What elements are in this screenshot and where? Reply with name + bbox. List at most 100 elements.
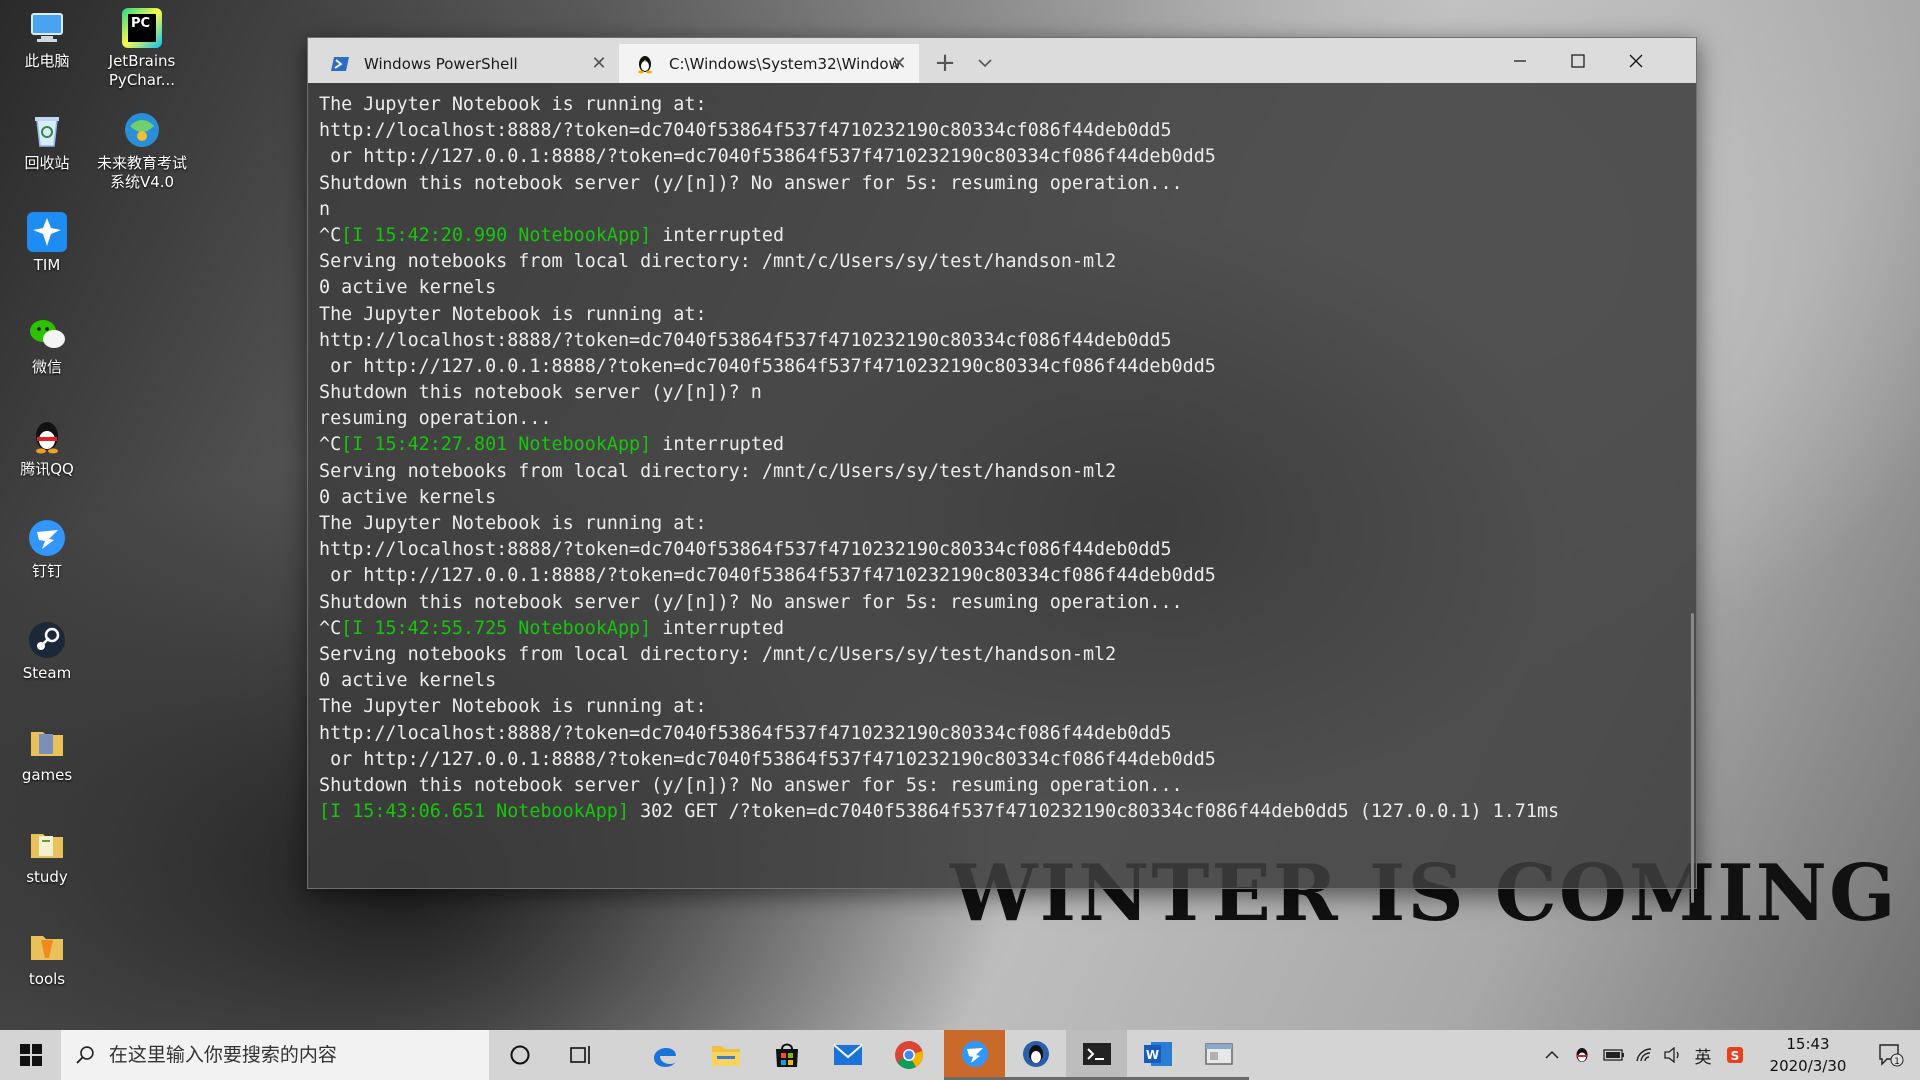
clock-date: 2020/3/30 — [1769, 1057, 1847, 1075]
qq-icon — [27, 416, 67, 456]
line-text: or http://127.0.0.1:8888/?token=dc7040f5… — [319, 565, 1216, 587]
tray-show-hidden-icons[interactable] — [1540, 1030, 1564, 1080]
minimize-button[interactable] — [1491, 38, 1549, 83]
computer-icon — [27, 8, 67, 48]
tab-label: C:\Windows\System32\Window — [669, 54, 901, 73]
tab-windows-powershell[interactable]: Windows PowerShell ✕ — [314, 44, 619, 83]
terminal-line: ^C[I 15:42:27.801 NotebookApp] interrupt… — [319, 432, 1679, 458]
taskbar-clock[interactable]: 15:43 2020/3/30 — [1748, 1033, 1868, 1077]
tab-wsl-shell[interactable]: C:\Windows\System32\Window ✕ — [619, 44, 919, 83]
close-tab-icon[interactable]: ✕ — [889, 53, 909, 74]
terminal-line: The Jupyter Notebook is running at: — [319, 302, 1679, 328]
line-text: n — [319, 198, 331, 220]
svg-text:S: S — [1731, 1049, 1740, 1063]
steam-icon — [27, 620, 67, 660]
terminal-line: resuming operation... — [319, 406, 1679, 432]
terminal-line: http://localhost:8888/?token=dc7040f5386… — [319, 537, 1679, 563]
log-tag: [I 15:42:20.990 NotebookApp] — [341, 224, 652, 246]
action-center-button[interactable]: 1 — [1866, 1030, 1916, 1080]
terminal-window[interactable]: Windows PowerShell ✕ C:\Windows\System32… — [307, 37, 1697, 903]
terminal-line: The Jupyter Notebook is running at: — [319, 92, 1679, 118]
tray-wifi[interactable] — [1632, 1030, 1658, 1080]
speaker-icon — [1664, 1047, 1679, 1063]
line-text: Shutdown this notebook server (y/[n])? N… — [319, 774, 1183, 796]
line-text: interrupted — [651, 434, 785, 456]
desktop-icon-qq[interactable]: 腾讯QQ — [0, 416, 95, 479]
taskbar-windows-terminal[interactable] — [1066, 1030, 1127, 1080]
windows-logo-icon — [19, 1044, 42, 1066]
terminal-line: ^C[I 15:42:55.725 NotebookApp] interrupt… — [319, 616, 1679, 642]
title-bar[interactable]: Windows PowerShell ✕ C:\Windows\System32… — [308, 38, 1696, 83]
terminal-icon — [1082, 1042, 1111, 1065]
terminal-line: [I 15:43:06.651 NotebookApp] 302 GET /?t… — [319, 799, 1679, 825]
terminal-line: http://localhost:8888/?token=dc7040f5386… — [319, 328, 1679, 354]
terminal-output[interactable]: The Jupyter Notebook is running at: http:… — [319, 92, 1679, 882]
tray-volume[interactable] — [1660, 1030, 1686, 1080]
taskbar-app[interactable] — [1188, 1030, 1249, 1080]
close-tab-icon[interactable]: ✕ — [589, 53, 609, 74]
exam-system-icon — [122, 110, 162, 150]
taskbar-file-explorer[interactable] — [695, 1030, 756, 1080]
line-prefix: ^C — [319, 617, 342, 639]
desktop-icon-tim[interactable]: TIM — [0, 212, 95, 275]
new-tab-button[interactable]: + — [928, 46, 962, 80]
svg-text:W: W — [1145, 1048, 1158, 1062]
taskbar-qq[interactable] — [1005, 1030, 1066, 1080]
terminal-line: or http://127.0.0.1:8888/?token=dc7040f5… — [319, 144, 1679, 170]
maximize-icon — [1571, 53, 1585, 68]
taskbar-search[interactable] — [61, 1030, 489, 1080]
mail-icon — [832, 1044, 863, 1065]
store-icon — [775, 1043, 798, 1067]
scrollbar-thumb[interactable] — [1691, 613, 1694, 903]
desktop-icon-study[interactable]: study — [0, 824, 95, 887]
line-text: The Jupyter Notebook is running at: — [319, 94, 707, 115]
desktop-icon-dingtalk[interactable]: 钉钉 — [0, 518, 95, 581]
terminal-line: Serving notebooks from local directory: … — [319, 249, 1679, 275]
folder-icon — [27, 722, 67, 762]
qq-icon — [1022, 1040, 1049, 1067]
tray-battery[interactable] — [1600, 1030, 1628, 1080]
taskbar-word[interactable]: W — [1127, 1030, 1188, 1080]
task-view-button[interactable] — [550, 1030, 611, 1080]
line-prefix: ^C — [319, 434, 342, 456]
close-window-button[interactable] — [1607, 38, 1665, 83]
taskbar-dingtalk[interactable] — [944, 1030, 1005, 1080]
recycle-bin-icon — [27, 110, 67, 150]
line-text: interrupted — [651, 617, 785, 639]
line-text: http://localhost:8888/?token=dc7040f5386… — [319, 120, 1172, 142]
taskbar-store[interactable] — [756, 1030, 817, 1080]
terminal-line: Shutdown this notebook server (y/[n])? N… — [319, 590, 1679, 616]
taskbar-mail[interactable] — [817, 1030, 878, 1080]
line-text: or http://127.0.0.1:8888/?token=dc7040f5… — [319, 355, 1216, 377]
notification-icon: 1 — [1879, 1044, 1904, 1067]
maximize-button[interactable] — [1549, 38, 1607, 83]
desktop-icon-exam-system[interactable]: 未来教育考试系统V4.0 — [94, 110, 190, 192]
tray-sogou[interactable]: S — [1722, 1030, 1748, 1080]
line-text: Shutdown this notebook server (y/[n])? N… — [319, 591, 1183, 613]
desktop-icon-wechat[interactable]: 微信 — [0, 314, 95, 377]
tab-label: Windows PowerShell — [364, 54, 518, 73]
taskbar-chrome[interactable] — [878, 1030, 939, 1080]
cortana-button[interactable] — [489, 1030, 550, 1080]
tray-qq[interactable] — [1570, 1030, 1594, 1080]
desktop-icon-tools[interactable]: tools — [0, 926, 95, 989]
line-text: or http://127.0.0.1:8888/?token=dc7040f5… — [319, 146, 1216, 168]
terminal-line: Serving notebooks from local directory: … — [319, 642, 1679, 668]
start-button[interactable] — [0, 1030, 61, 1080]
tray-ime[interactable]: 英 — [1690, 1030, 1716, 1080]
terminal-line: 0 active kernels — [319, 485, 1679, 511]
linux-penguin-icon — [635, 54, 655, 74]
desktop-icon-steam[interactable]: Steam — [0, 620, 95, 683]
line-text: 302 GET /?token=dc7040f53864f537f4710232… — [629, 801, 1560, 823]
line-text: 0 active kernels — [319, 486, 497, 508]
chevron-down-icon[interactable] — [968, 46, 1002, 80]
desktop-icon-this-pc[interactable]: 此电脑 — [0, 8, 95, 71]
desktop-icon-pycharm[interactable]: PC JetBrains PyChar... — [94, 8, 190, 90]
desktop-icon-recycle-bin[interactable]: 回收站 — [0, 110, 95, 173]
search-input[interactable] — [106, 1043, 489, 1067]
desktop-icon-games[interactable]: games — [0, 722, 95, 785]
terminal-line: Shutdown this notebook server (y/[n])? N… — [319, 773, 1679, 799]
terminal-line: n — [319, 197, 1679, 223]
word-icon: W — [1143, 1041, 1172, 1066]
taskbar-edge[interactable] — [634, 1030, 695, 1080]
